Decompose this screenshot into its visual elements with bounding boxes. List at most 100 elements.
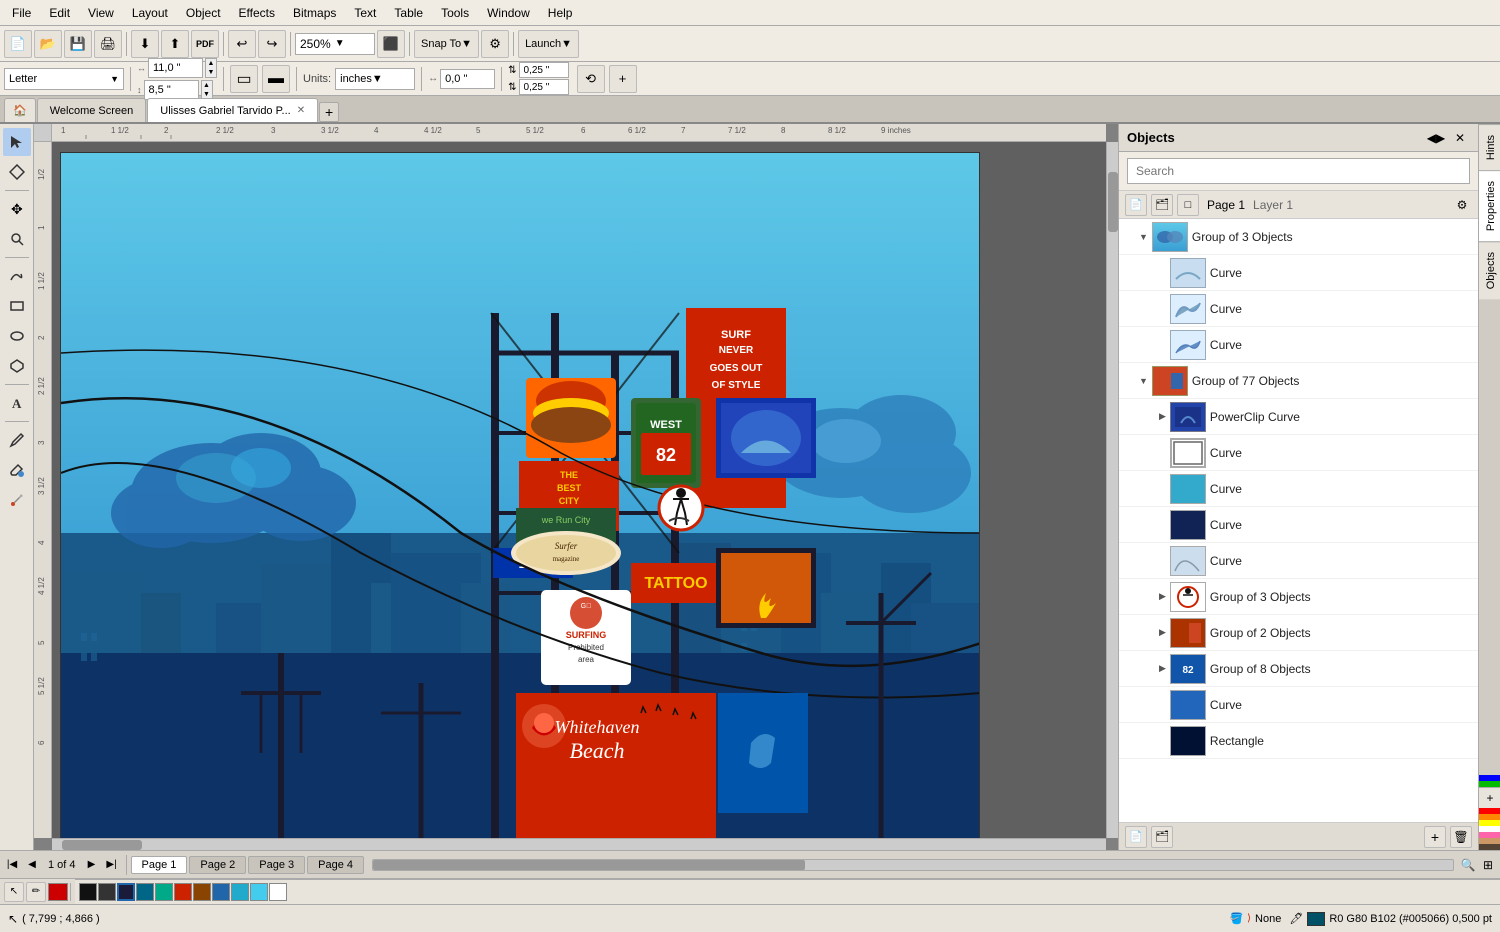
expand-group3-arrow[interactable]: ▼ (1139, 232, 1148, 242)
import-button[interactable]: ⬇ (131, 30, 159, 58)
fit-page-button[interactable]: ⬛ (377, 30, 405, 58)
canvas-viewport[interactable]: SURF NEVER GOES OUT OF STYLE THE BEST CI… (52, 142, 1106, 838)
page-tab-4[interactable]: Page 4 (307, 856, 364, 874)
snap-to-dropdown[interactable]: Snap To▼ (414, 30, 479, 58)
swatch-green[interactable] (155, 883, 173, 901)
page-width-input[interactable] (148, 58, 203, 78)
menu-text[interactable]: Text (346, 4, 384, 22)
tab-welcome-screen[interactable]: Welcome Screen (37, 98, 147, 122)
add-page-button[interactable]: + (609, 65, 637, 93)
obj-group-3[interactable]: ▼ Group of 3 Objects (1119, 219, 1478, 255)
page-tab-3[interactable]: Page 3 (248, 856, 305, 874)
swatch-navy-selected[interactable] (117, 883, 135, 901)
properties-tab[interactable]: Properties (1479, 170, 1500, 241)
fill-color-indicator[interactable] (48, 883, 68, 901)
page-first-btn[interactable]: |◀ (2, 855, 22, 875)
menu-view[interactable]: View (80, 4, 122, 22)
eyedropper-tool-btn[interactable] (3, 486, 31, 514)
obj-delete-btn[interactable]: 🗑 (1450, 826, 1472, 848)
menu-file[interactable]: File (4, 4, 39, 22)
page-height-input[interactable] (144, 80, 199, 100)
obj-powerclip[interactable]: ▶ PowerClip Curve (1119, 399, 1478, 435)
units-dropdown[interactable]: inches▼ (335, 68, 415, 90)
vertical-scrollbar[interactable] (1106, 142, 1118, 838)
swatch-blue[interactable] (212, 883, 230, 901)
vscroll-thumb[interactable] (1108, 172, 1118, 232)
freehand-tool-btn[interactable] (3, 262, 31, 290)
obj-curve-dark[interactable]: ▶ Curve (1119, 507, 1478, 543)
obj-tool-layer-icon[interactable]: 🗂 (1151, 194, 1173, 216)
menu-edit[interactable]: Edit (41, 4, 78, 22)
settings-button[interactable]: ⚙ (481, 30, 509, 58)
launch-button[interactable]: Launch ▼ (518, 30, 579, 58)
obj-group-nosurfing[interactable]: ▶ Group of 3 Objects (1119, 579, 1478, 615)
pen-tool-btn[interactable] (3, 426, 31, 454)
obj-curve-1[interactable]: ▶ Curve (1119, 255, 1478, 291)
width-up-btn[interactable]: ▲ (206, 59, 216, 68)
save-button[interactable]: 💾 (64, 30, 92, 58)
nudge2-input[interactable] (519, 79, 569, 95)
menu-window[interactable]: Window (479, 4, 538, 22)
swatch-brown[interactable] (193, 883, 211, 901)
zoom-tool-btn[interactable] (3, 225, 31, 253)
obj-curve-2[interactable]: ▶ Curve (1119, 291, 1478, 327)
swatch-white[interactable] (269, 883, 287, 901)
node-edit-tool-btn[interactable] (3, 158, 31, 186)
print-button[interactable]: 🖨 (94, 30, 122, 58)
obj-settings-btn[interactable]: ⚙ (1452, 195, 1472, 215)
page-tab-1[interactable]: Page 1 (131, 856, 188, 874)
polygon-tool-btn[interactable] (3, 352, 31, 380)
expand-group2-arrow[interactable]: ▶ (1159, 627, 1166, 638)
width-down-btn[interactable]: ▼ (206, 68, 216, 77)
redo-button[interactable]: ↪ (258, 30, 286, 58)
objects-tab[interactable]: Objects (1479, 241, 1500, 299)
objects-search-input[interactable] (1127, 158, 1470, 184)
portrait-btn[interactable]: ▭ (230, 65, 258, 93)
zoom-out-btn[interactable]: 🔍 (1458, 855, 1478, 875)
menu-help[interactable]: Help (540, 4, 581, 22)
expand-group77-arrow[interactable]: ▼ (1139, 376, 1148, 386)
nudge1-input[interactable] (519, 62, 569, 78)
new-button[interactable]: 📄 (4, 30, 32, 58)
swatch-teal[interactable] (136, 883, 154, 901)
obj-add-layer-btn[interactable]: + (1424, 826, 1446, 848)
menu-layout[interactable]: Layout (124, 4, 176, 22)
open-button[interactable]: 📂 (34, 30, 62, 58)
swatch-darkgray[interactable] (98, 883, 116, 901)
obj-page-view-btn[interactable]: 📄 (1125, 826, 1147, 848)
page-hscroll[interactable] (372, 859, 1454, 871)
swatch-red[interactable] (174, 883, 192, 901)
obj-group-8[interactable]: ▶ 82 Group of 8 Objects (1119, 651, 1478, 687)
landscape-btn[interactable]: ▬ (262, 65, 290, 93)
page-tab-2[interactable]: Page 2 (189, 856, 246, 874)
pdf-button[interactable]: PDF (191, 30, 219, 58)
swatch-black[interactable] (79, 883, 97, 901)
expand-powerclip-arrow[interactable]: ▶ (1159, 411, 1166, 422)
ellipse-tool-btn[interactable] (3, 322, 31, 350)
hints-tab[interactable]: Hints (1479, 124, 1500, 170)
select-tool-btn[interactable] (3, 128, 31, 156)
obj-curve-3[interactable]: ▶ Curve (1119, 327, 1478, 363)
page-next-btn[interactable]: ▶ (82, 855, 102, 875)
pan-tool-btn[interactable]: ✥ (3, 195, 31, 223)
fill-tool-btn[interactable] (3, 456, 31, 484)
swatch-lightblue[interactable] (231, 883, 249, 901)
text-tool-btn[interactable]: A (3, 389, 31, 417)
height-up-btn[interactable]: ▲ (202, 81, 212, 90)
horizontal-scrollbar[interactable] (52, 838, 1106, 850)
obj-tool-page-icon[interactable]: 📄 (1125, 194, 1147, 216)
page-prev-btn[interactable]: ◀ (22, 855, 42, 875)
obj-group-77[interactable]: ▼ Group of 77 Objects (1119, 363, 1478, 399)
panel-close-btn[interactable]: ✕ (1450, 128, 1470, 148)
add-color-btn[interactable]: + (1479, 788, 1500, 808)
undo-button[interactable]: ↩ (228, 30, 256, 58)
rectangle-tool-btn[interactable] (3, 292, 31, 320)
obj-layer-view-btn[interactable]: 🗂 (1151, 826, 1173, 848)
tab-home[interactable]: 🏠 (4, 98, 36, 122)
panel-float-btn[interactable]: ◀▶ (1426, 128, 1446, 148)
menu-tools[interactable]: Tools (433, 4, 477, 22)
transform-button[interactable]: ⟲ (577, 65, 605, 93)
menu-bitmaps[interactable]: Bitmaps (285, 4, 344, 22)
obj-tool-object-icon[interactable]: □ (1177, 194, 1199, 216)
swatch-cyan[interactable] (250, 883, 268, 901)
